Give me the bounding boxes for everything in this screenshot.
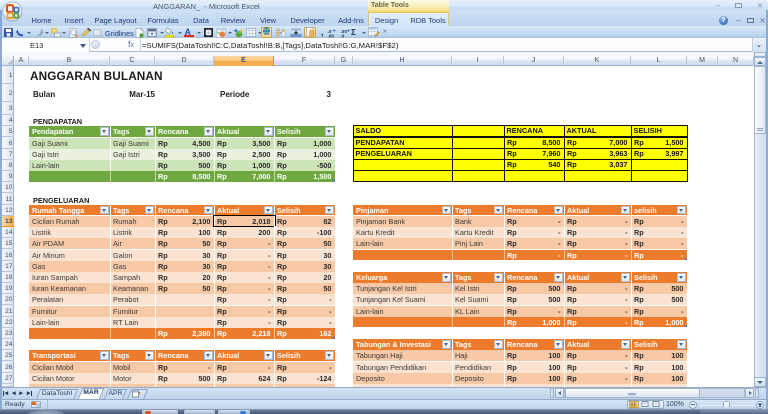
svg-text:.00: .00 [327,33,334,37]
svg-text:.0: .0 [340,33,344,37]
